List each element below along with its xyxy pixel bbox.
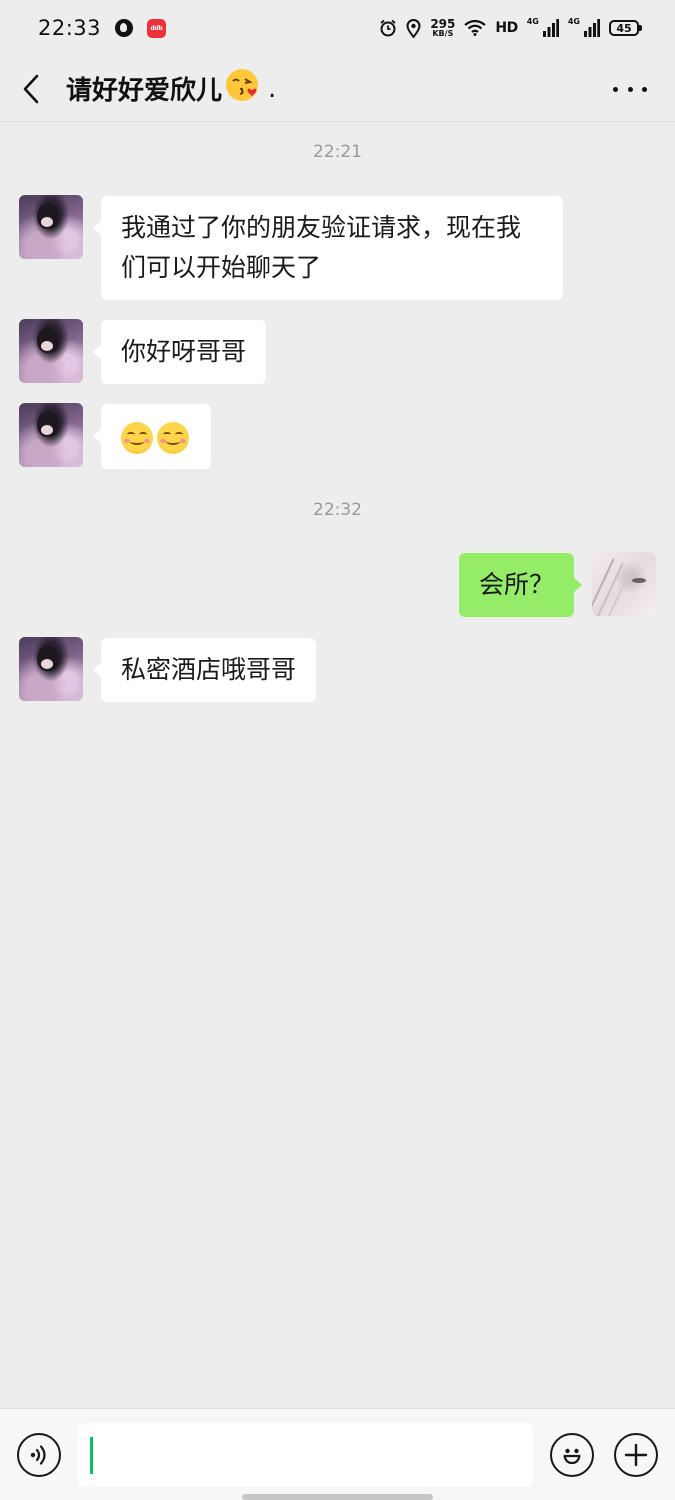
signal-icon-2 [584,19,600,37]
voice-icon [30,1445,46,1465]
text-caret [90,1437,93,1474]
net-type-2: 4G [567,16,580,26]
location-icon [406,18,421,38]
more-dots-icon [642,86,647,92]
smile-emoji-icon [157,422,189,454]
message-bubble[interactable]: 私密酒店哦哥哥 [92,638,317,702]
kiss-emoji-icon [224,67,260,110]
self-avatar[interactable] [592,552,656,616]
message-bubble[interactable]: 我通过了你的朋友验证请求，现在我们可以开始聊天了 [93,196,563,300]
contact-avatar[interactable] [19,637,83,701]
input-bar [0,1408,675,1500]
smile-emoji-icon [121,422,153,454]
more-dots-icon [613,86,618,92]
status-time: 22:33 [38,16,102,40]
more-options-button[interactable] [613,74,647,104]
chat-message-list[interactable]: 22:21 我通过了你的朋友验证请求，现在我们可以开始聊天了 你好呀哥哥 22:… [0,122,675,1408]
app-badge-icon: ddb [147,18,167,38]
chat-title-text: 请好好爱欣儿 [66,76,223,106]
message-timestamp: 22:21 [313,142,362,162]
status-right: 295 KB/S HD 4G 4G 45 [379,16,642,38]
emoji-button[interactable] [550,1433,594,1477]
alarm-icon [380,19,396,37]
more-dots-icon [627,86,633,92]
contact-avatar[interactable] [19,195,83,259]
contact-avatar[interactable] [19,319,83,383]
message-bubble[interactable]: 你好呀哥哥 [92,320,267,384]
hd-label: HD [495,20,518,36]
app-notification-icon [115,19,134,37]
message-timestamp: 22:32 [313,500,362,520]
chat-header: 请好好爱欣儿 . [0,56,675,122]
emoji-icon [563,1448,581,1465]
emoji-message-bubble[interactable] [93,404,211,469]
chevron-left-icon [23,74,39,103]
voice-button[interactable] [17,1433,61,1477]
net-speed: 295 KB/S [430,18,455,38]
home-indicator[interactable] [242,1494,433,1500]
more-functions-button[interactable] [614,1433,658,1477]
status-left: 22:33 ddb [38,16,167,40]
plus-icon [624,1443,648,1467]
net-speed-unit: KB/S [432,29,454,38]
contact-avatar[interactable] [19,403,83,467]
wifi-icon [464,20,487,36]
message-input[interactable] [78,1423,533,1487]
chat-title: 请好好爱欣儿 . [66,67,276,110]
chat-title-suffix: . [268,73,277,104]
back-button[interactable] [22,69,52,109]
battery-icon: 45 [609,20,642,36]
status-bar: 22:33 ddb 295 KB/S HD 4G 4G 45 [0,0,675,56]
message-bubble[interactable]: 会所？ [458,553,583,617]
net-type-1: 4G [526,16,539,26]
signal-icon [542,19,559,37]
